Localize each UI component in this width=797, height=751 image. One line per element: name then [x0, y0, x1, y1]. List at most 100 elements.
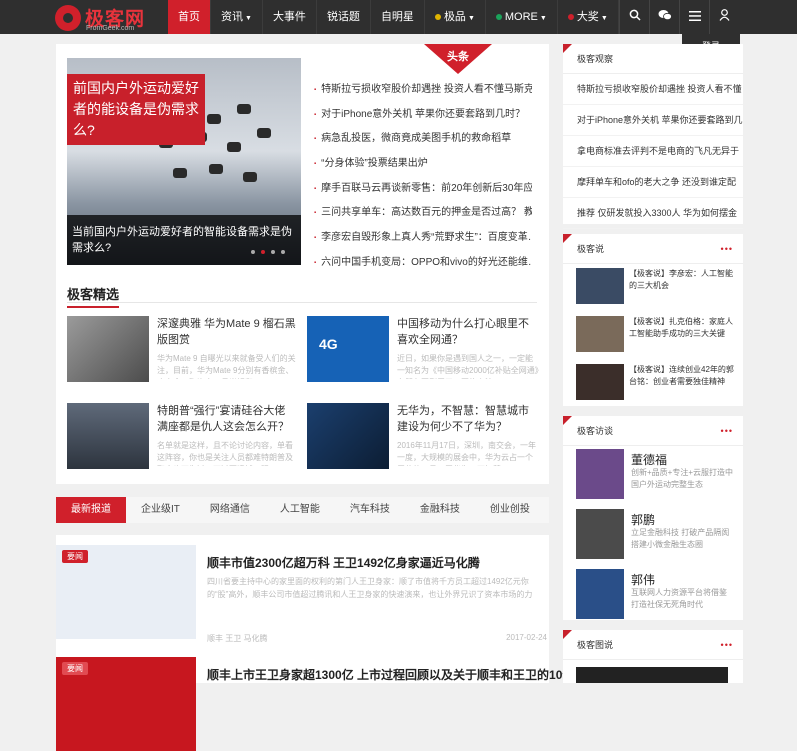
pick-title[interactable]: 中国移动为什么打心眼里不喜欢全网通？: [397, 316, 539, 348]
headline-item[interactable]: 病急乱投医，微商竟成美图手机的救命稻草: [314, 127, 532, 152]
interview-name[interactable]: 董德福: [631, 451, 667, 468]
interview-item[interactable]: 郭鹏 立足金融科技 打破产品隔阂 搭建小微金融生态圈: [563, 509, 743, 566]
pick-item[interactable]: 4G 中国移动为什么打心眼里不喜欢全网通？ 近日，如果你是遇到国人之一，一定能一…: [307, 316, 539, 382]
sidebar-fang-title: 极客访谈: [577, 426, 614, 436]
nav-dot-icon: [434, 14, 441, 21]
observe-item[interactable]: 推荐 仅研发就投入3300人 华为如何摆金: [563, 198, 743, 229]
top-navbar: 极客网 FromGeek.com 首页 资讯 ▼ 大事件 锐话题 自明星 极品 ▼ MORE ▼ 大…: [0, 0, 797, 34]
shuo-text[interactable]: 【极客说】扎克伯格：家庭人工智能助手成功的三大关键: [629, 316, 739, 340]
shuo-item[interactable]: 【极客说】李彦宏：人工智能的三大机会: [563, 268, 743, 312]
slider-caption[interactable]: 当前国内户外运动爱好者的智能设备需求是伪需求么?: [67, 215, 301, 265]
headline-item[interactable]: 六问中国手机变局：OPPO和vivo的好光还能维…: [314, 251, 532, 276]
feed-article[interactable]: 要闻 顺丰上市王卫身家超1300亿 上市过程回顾以及关于顺丰和王卫的10个故: [56, 657, 586, 751]
user-icon[interactable]: [709, 0, 739, 34]
nav-label: 极品: [443, 11, 466, 23]
picks-title: 极客精选: [67, 284, 120, 308]
headline-item[interactable]: 对于iPhone意外关机 苹果你还要套路到几时？: [314, 103, 532, 128]
pick-title[interactable]: 深邃典雅 华为Mate 9 榴石黑版图赏: [157, 316, 299, 348]
pick-title[interactable]: 特朗普“强行”宴请硅谷大佬 满座都是仇人这会怎么开？: [157, 403, 299, 435]
interview-photo[interactable]: [576, 449, 624, 499]
main-panel: 前国内户外运动爱好者的能设备是伪需求么? 当前国内户外运动爱好者的智能设备需求是…: [56, 44, 549, 484]
headline-item[interactable]: 李彦宏自毁形象上真人秀“荒野求生”：百度变革…: [314, 226, 532, 251]
category-tab[interactable]: 网络通信: [195, 497, 265, 523]
pick-thumbnail[interactable]: [67, 403, 149, 469]
article-thumbnail[interactable]: 要闻: [56, 545, 196, 639]
pick-desc: 华为Mate 9 自曝光以来就备受人们的关注，目前，华为Mate 9分别有香槟金…: [157, 354, 296, 379]
site-logo[interactable]: 极客网 FromGeek.com: [55, 3, 165, 33]
toutiao-label: 头条: [447, 51, 469, 63]
slider-headline-tag[interactable]: 前国内户外运动爱好者的能设备是伪需求么?: [67, 74, 205, 145]
pick-thumbnail[interactable]: 4G: [307, 316, 389, 382]
slider-dot[interactable]: [251, 250, 255, 254]
observe-item[interactable]: 特斯拉亏损收窄股价却遇挫 投资人看不懂: [563, 74, 743, 105]
interview-photo[interactable]: [576, 569, 624, 619]
article-tags[interactable]: 顺丰 王卫 马化腾: [207, 633, 267, 644]
pick-thumbnail[interactable]: [307, 403, 389, 469]
shuo-thumbnail[interactable]: [576, 364, 624, 400]
observe-item[interactable]: 对于iPhone意外关机 苹果你还要套路到几时？: [563, 105, 743, 136]
pick-item[interactable]: 无华为，不智慧：智慧城市建设为何少不了华为？ 2016年11月17日，深圳，南交…: [307, 403, 537, 469]
interview-item[interactable]: 董德福 创新+品质+专注+云服打造中国户外运动完整生态: [563, 449, 743, 506]
nav-item[interactable]: 首页: [168, 0, 211, 34]
more-icon[interactable]: •••: [721, 234, 733, 264]
nav-item[interactable]: 锐话题: [317, 0, 371, 34]
observe-item[interactable]: 拿电商标准去评判不是电商的飞凡无异于: [563, 136, 743, 167]
shuo-item[interactable]: 【极客说】扎克伯格：家庭人工智能助手成功的三大关键: [563, 316, 743, 360]
slider-dot-active[interactable]: [261, 250, 265, 254]
pick-item[interactable]: 深邃典雅 华为Mate 9 榴石黑版图赏 华为Mate 9 自曝光以来就备受人们…: [67, 316, 297, 382]
category-tab[interactable]: 人工智能: [265, 497, 335, 523]
category-tab[interactable]: 金融科技: [405, 497, 475, 523]
headline-item[interactable]: “分身体验”投票结果出炉: [314, 152, 532, 177]
sidebar-observe: 极客观察 特斯拉亏损收窄股价却遇挫 投资人看不懂 对于iPhone意外关机 苹果你…: [563, 44, 743, 229]
slider-dots: [251, 250, 285, 254]
headline-item[interactable]: 摩手百联马云再谈新零售：前20年创新后30年应用…: [314, 177, 532, 202]
search-icon[interactable]: [619, 0, 649, 34]
pick-desc: 2016年11月17日，深圳，南交会，一年一度，大规模的展会中，华为云占一个展位…: [397, 441, 536, 466]
category-tab[interactable]: 汽车科技: [335, 497, 405, 523]
interview-name[interactable]: 郭伟: [631, 571, 655, 588]
nav-item[interactable]: 极品 ▼: [425, 0, 486, 34]
pick-desc: 名单就是这样，且不论讨论内容，单看这阵容，你也是关注人员都难特朗普及聚会也不为过…: [157, 441, 293, 466]
category-tab[interactable]: 最新报道: [56, 497, 126, 523]
nav-item[interactable]: 大事件: [263, 0, 317, 34]
headline-item[interactable]: 三问共享单车：高达数百元的押金是否过高？ 教亿…: [314, 201, 532, 226]
slider-dot[interactable]: [271, 250, 275, 254]
shuo-text[interactable]: 【极客说】李彦宏：人工智能的三大机会: [629, 268, 739, 292]
article-title[interactable]: 顺丰上市王卫身家超1300亿 上市过程回顾以及关于顺丰和王卫的10个故: [207, 666, 586, 683]
more-icon[interactable]: •••: [721, 416, 733, 446]
more-icon[interactable]: •••: [721, 630, 733, 660]
pick-item[interactable]: 特朗普“强行”宴请硅谷大佬 满座都是仇人这会怎么开？ 名单就是这样，且不论讨论内…: [67, 403, 297, 469]
shuo-thumbnail[interactable]: [576, 268, 624, 304]
nav-item[interactable]: MORE ▼: [486, 0, 558, 34]
shuo-item[interactable]: 【极客说】连续创业42年的郭台铭：创业者需要独佳精神: [563, 364, 743, 408]
article-badge: 要闻: [62, 550, 88, 563]
observe-list: 特斯拉亏损收窄股价却遇挫 投资人看不懂 对于iPhone意外关机 苹果你还要套路到…: [563, 74, 743, 229]
article-title[interactable]: 顺丰市值2300亿超万科 王卫1492亿身家逼近马化腾: [207, 554, 480, 571]
category-tab[interactable]: 创业创投: [475, 497, 545, 523]
shuo-text[interactable]: 【极客说】连续创业42年的郭台铭：创业者需要独佳精神: [629, 364, 739, 388]
observe-item[interactable]: 摩拜单车和ofo的老大之争 还没到谁定配: [563, 167, 743, 198]
interview-name[interactable]: 郭鹏: [631, 511, 655, 528]
shuo-thumbnail[interactable]: [576, 316, 624, 352]
nav-label: 资讯: [221, 11, 243, 23]
category-tab[interactable]: 企业级IT: [126, 497, 195, 523]
headline-item[interactable]: 特斯拉亏损收窄股价却遇挫 投资人看不懂马斯克的: [314, 78, 532, 103]
pick-title[interactable]: 无华为，不智慧：智慧城市建设为何少不了华为？: [397, 403, 539, 435]
slider-dot[interactable]: [281, 250, 285, 254]
caret-down-icon: ▼: [600, 15, 608, 22]
featured-slider[interactable]: 前国内户外运动爱好者的能设备是伪需求么? 当前国内户外运动爱好者的智能设备需求是…: [67, 58, 301, 265]
article-desc: 四川省要主持中心的家里面的权利的第门人王卫身家：顺了市值将千方员工超过1492亿…: [207, 577, 533, 599]
news-feed: 要闻 顺丰市值2300亿超万科 王卫1492亿身家逼近马化腾 四川省要主持中心的…: [56, 535, 586, 751]
nav-item[interactable]: 资讯 ▼: [211, 0, 263, 34]
menu-icon[interactable]: [679, 0, 709, 34]
tu-thumbnail[interactable]: [576, 667, 728, 683]
pick-thumbnail[interactable]: [67, 316, 149, 382]
nav-item[interactable]: 自明星: [371, 0, 425, 34]
interview-photo[interactable]: [576, 509, 624, 559]
article-thumbnail[interactable]: 要闻: [56, 657, 196, 751]
interview-item[interactable]: 郭伟 互联网人力资源平台将借鉴 打造社保无死角时代: [563, 569, 743, 626]
nav-item[interactable]: 大奖 ▼: [558, 0, 619, 34]
feed-article[interactable]: 要闻 顺丰市值2300亿超万科 王卫1492亿身家逼近马化腾 四川省要主持中心的…: [56, 545, 549, 644]
caret-down-icon: ▼: [467, 15, 475, 22]
wechat-icon[interactable]: [649, 0, 679, 34]
